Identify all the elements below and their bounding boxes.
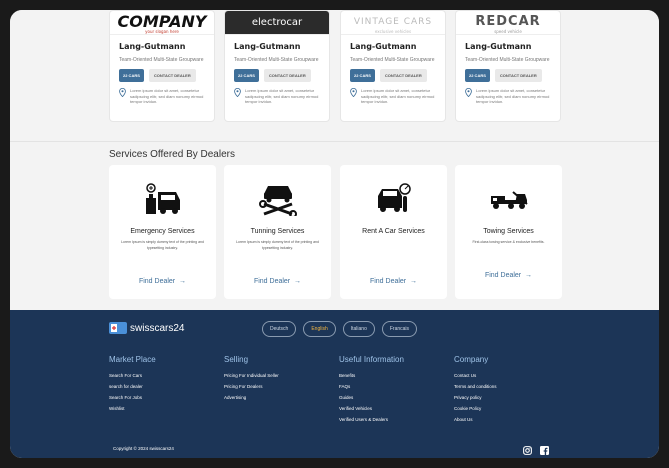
contact-dealer-button[interactable]: CONTACT DEALER: [148, 69, 196, 82]
service-card-tunning[interactable]: Tunning Services Lorem Ipsum is simply d…: [224, 165, 331, 299]
arrow-right-icon: →: [523, 272, 533, 279]
section-divider: [10, 141, 659, 142]
dealer-name: Lang-Gutmann: [119, 42, 186, 51]
car-tools-icon: [258, 186, 297, 216]
service-description: Lorem Ipsum is simply dummy text of the …: [236, 240, 319, 250]
footer-column-company: Company Contact Us Terms and conditions …: [454, 355, 497, 425]
logo-text: swisscars24: [130, 322, 185, 334]
dealer-subtitle: Team-Oriented Multi-State Groupware: [350, 57, 435, 63]
service-description: First-class towing service & exclusive b…: [472, 240, 545, 244]
service-card-rent[interactable]: Rent A Car Services Find Dealer →: [340, 165, 447, 299]
dealer-address: Lorem ipsum dolor sit amet, consetetur s…: [245, 88, 319, 104]
social-links: [523, 446, 549, 455]
dealer-logo: electrocar: [225, 11, 329, 35]
footer-column-market-place: Market Place Search For Cars search for …: [109, 355, 156, 414]
facebook-icon[interactable]: [540, 446, 549, 455]
service-name: Emergency Services: [130, 228, 195, 235]
cars-count-button[interactable]: 22 CARS: [465, 69, 490, 82]
instagram-icon[interactable]: [523, 446, 532, 455]
footer-link[interactable]: Pricing For Individual Seller: [224, 370, 279, 381]
arrow-right-icon: →: [408, 278, 418, 285]
footer-link[interactable]: Search For Jobs: [109, 392, 156, 403]
footer-link[interactable]: Wishlist: [109, 403, 156, 414]
service-card-emergency[interactable]: Emergency Services Lorem Ipsum is simply…: [109, 165, 216, 299]
footer-link[interactable]: Verified Users & Dealers: [339, 414, 404, 425]
location-pin-icon: [350, 88, 357, 97]
service-name: Rent A Car Services: [362, 228, 425, 235]
find-dealer-link[interactable]: Find Dealer →: [109, 278, 216, 285]
find-dealer-link[interactable]: Find Dealer →: [224, 278, 331, 285]
language-selector: Deutsch English Italiano Francais: [262, 321, 418, 337]
find-dealer-link[interactable]: Find Dealer →: [340, 278, 447, 285]
services-title: Services Offered By Dealers: [109, 149, 235, 160]
service-name: Towing Services: [483, 228, 534, 235]
footer-link[interactable]: search for dealer: [109, 381, 156, 392]
contact-dealer-button[interactable]: CONTACT DEALER: [379, 69, 427, 82]
mechanic-car-icon: [145, 183, 180, 214]
footer-link[interactable]: Guides: [339, 392, 404, 403]
location-pin-icon: [465, 88, 472, 97]
footer-heading: Useful Information: [339, 355, 404, 364]
dealer-address: Lorem ipsum dolor sit amet, consetetur s…: [361, 88, 435, 104]
dealer-name: Lang-Gutmann: [350, 42, 417, 51]
footer-heading: Market Place: [109, 355, 156, 364]
contact-dealer-button[interactable]: CONTACT DEALER: [263, 69, 311, 82]
tow-truck-icon: [490, 191, 528, 209]
find-dealer-link[interactable]: Find Dealer →: [455, 272, 562, 279]
cars-count-button[interactable]: 22 CARS: [234, 69, 259, 82]
dealer-subtitle: Team-Oriented Multi-State Groupware: [465, 57, 550, 63]
footer-link[interactable]: Verified Vehicles: [339, 403, 404, 414]
location-pin-icon: [119, 88, 126, 97]
dealer-subtitle: Team-Oriented Multi-State Groupware: [119, 57, 204, 63]
footer-link[interactable]: Contact Us: [454, 370, 497, 381]
dealer-logo: VINTAGE CARS exclusive vehicles: [341, 11, 445, 35]
dealer-card[interactable]: COMPANY your slogan here Lang-Gutmann Te…: [109, 10, 215, 122]
lang-deutsch[interactable]: Deutsch: [262, 321, 297, 337]
footer-column-useful-information: Useful Information Benefits FAQs Guides …: [339, 355, 404, 425]
arrow-right-icon: →: [177, 278, 187, 285]
dealer-logo: REDCAR speed vehicle: [456, 11, 560, 35]
footer: swisscars24 Deutsch English Italiano Fra…: [10, 310, 659, 458]
footer-link[interactable]: About Us: [454, 414, 497, 425]
dealer-address: Lorem ipsum dolor sit amet, consetetur s…: [130, 88, 204, 104]
footer-link[interactable]: Pricing For Dealers: [224, 381, 279, 392]
footer-link[interactable]: Terms and conditions: [454, 381, 497, 392]
dealer-card[interactable]: VINTAGE CARS exclusive vehicles Lang-Gut…: [340, 10, 446, 122]
footer-column-selling: Selling Pricing For Individual Seller Pr…: [224, 355, 279, 403]
dealer-logo: COMPANY your slogan here: [110, 11, 214, 35]
service-description: Lorem Ipsum is simply dummy text of the …: [121, 240, 204, 250]
service-card-towing[interactable]: Towing Services First-class towing servi…: [455, 165, 562, 299]
cars-count-button[interactable]: 22 CARS: [119, 69, 144, 82]
site-logo[interactable]: swisscars24: [109, 322, 184, 334]
car-key-icon: [377, 183, 411, 212]
cars-count-button[interactable]: 22 CARS: [350, 69, 375, 82]
dealer-list: COMPANY your slogan here Lang-Gutmann Te…: [10, 10, 659, 141]
lang-english[interactable]: English: [303, 321, 336, 337]
lang-francais[interactable]: Francais: [381, 321, 418, 337]
dealer-card[interactable]: electrocar Lang-Gutmann Team-Oriented Mu…: [224, 10, 330, 122]
page-frame: COMPANY your slogan here Lang-Gutmann Te…: [10, 10, 659, 458]
arrow-right-icon: →: [292, 278, 302, 285]
lang-italiano[interactable]: Italiano: [342, 321, 375, 337]
footer-link[interactable]: Privacy policy: [454, 392, 497, 403]
footer-heading: Selling: [224, 355, 249, 364]
footer-link[interactable]: Benefits: [339, 370, 404, 381]
footer-link[interactable]: Advertising: [224, 392, 279, 403]
footer-link[interactable]: FAQs: [339, 381, 404, 392]
footer-link[interactable]: Search For Cars: [109, 370, 156, 381]
contact-dealer-button[interactable]: CONTACT DEALER: [494, 69, 542, 82]
dealer-subtitle: Team-Oriented Multi-State Groupware: [234, 57, 319, 63]
footer-heading: Company: [454, 355, 489, 364]
service-name: Tunning Services: [250, 228, 305, 235]
dealer-name: Lang-Gutmann: [465, 42, 532, 51]
dealer-card[interactable]: REDCAR speed vehicle Lang-Gutmann Team-O…: [455, 10, 561, 122]
copyright-text: Copyright © 2024 swisscars24: [113, 446, 174, 451]
location-pin-icon: [234, 88, 241, 97]
dealer-address: Lorem ipsum dolor sit amet, consetetur s…: [476, 88, 550, 104]
dealer-name: Lang-Gutmann: [234, 42, 301, 51]
footer-link[interactable]: Cookie Policy: [454, 403, 497, 414]
logo-flag-icon: [109, 322, 127, 334]
